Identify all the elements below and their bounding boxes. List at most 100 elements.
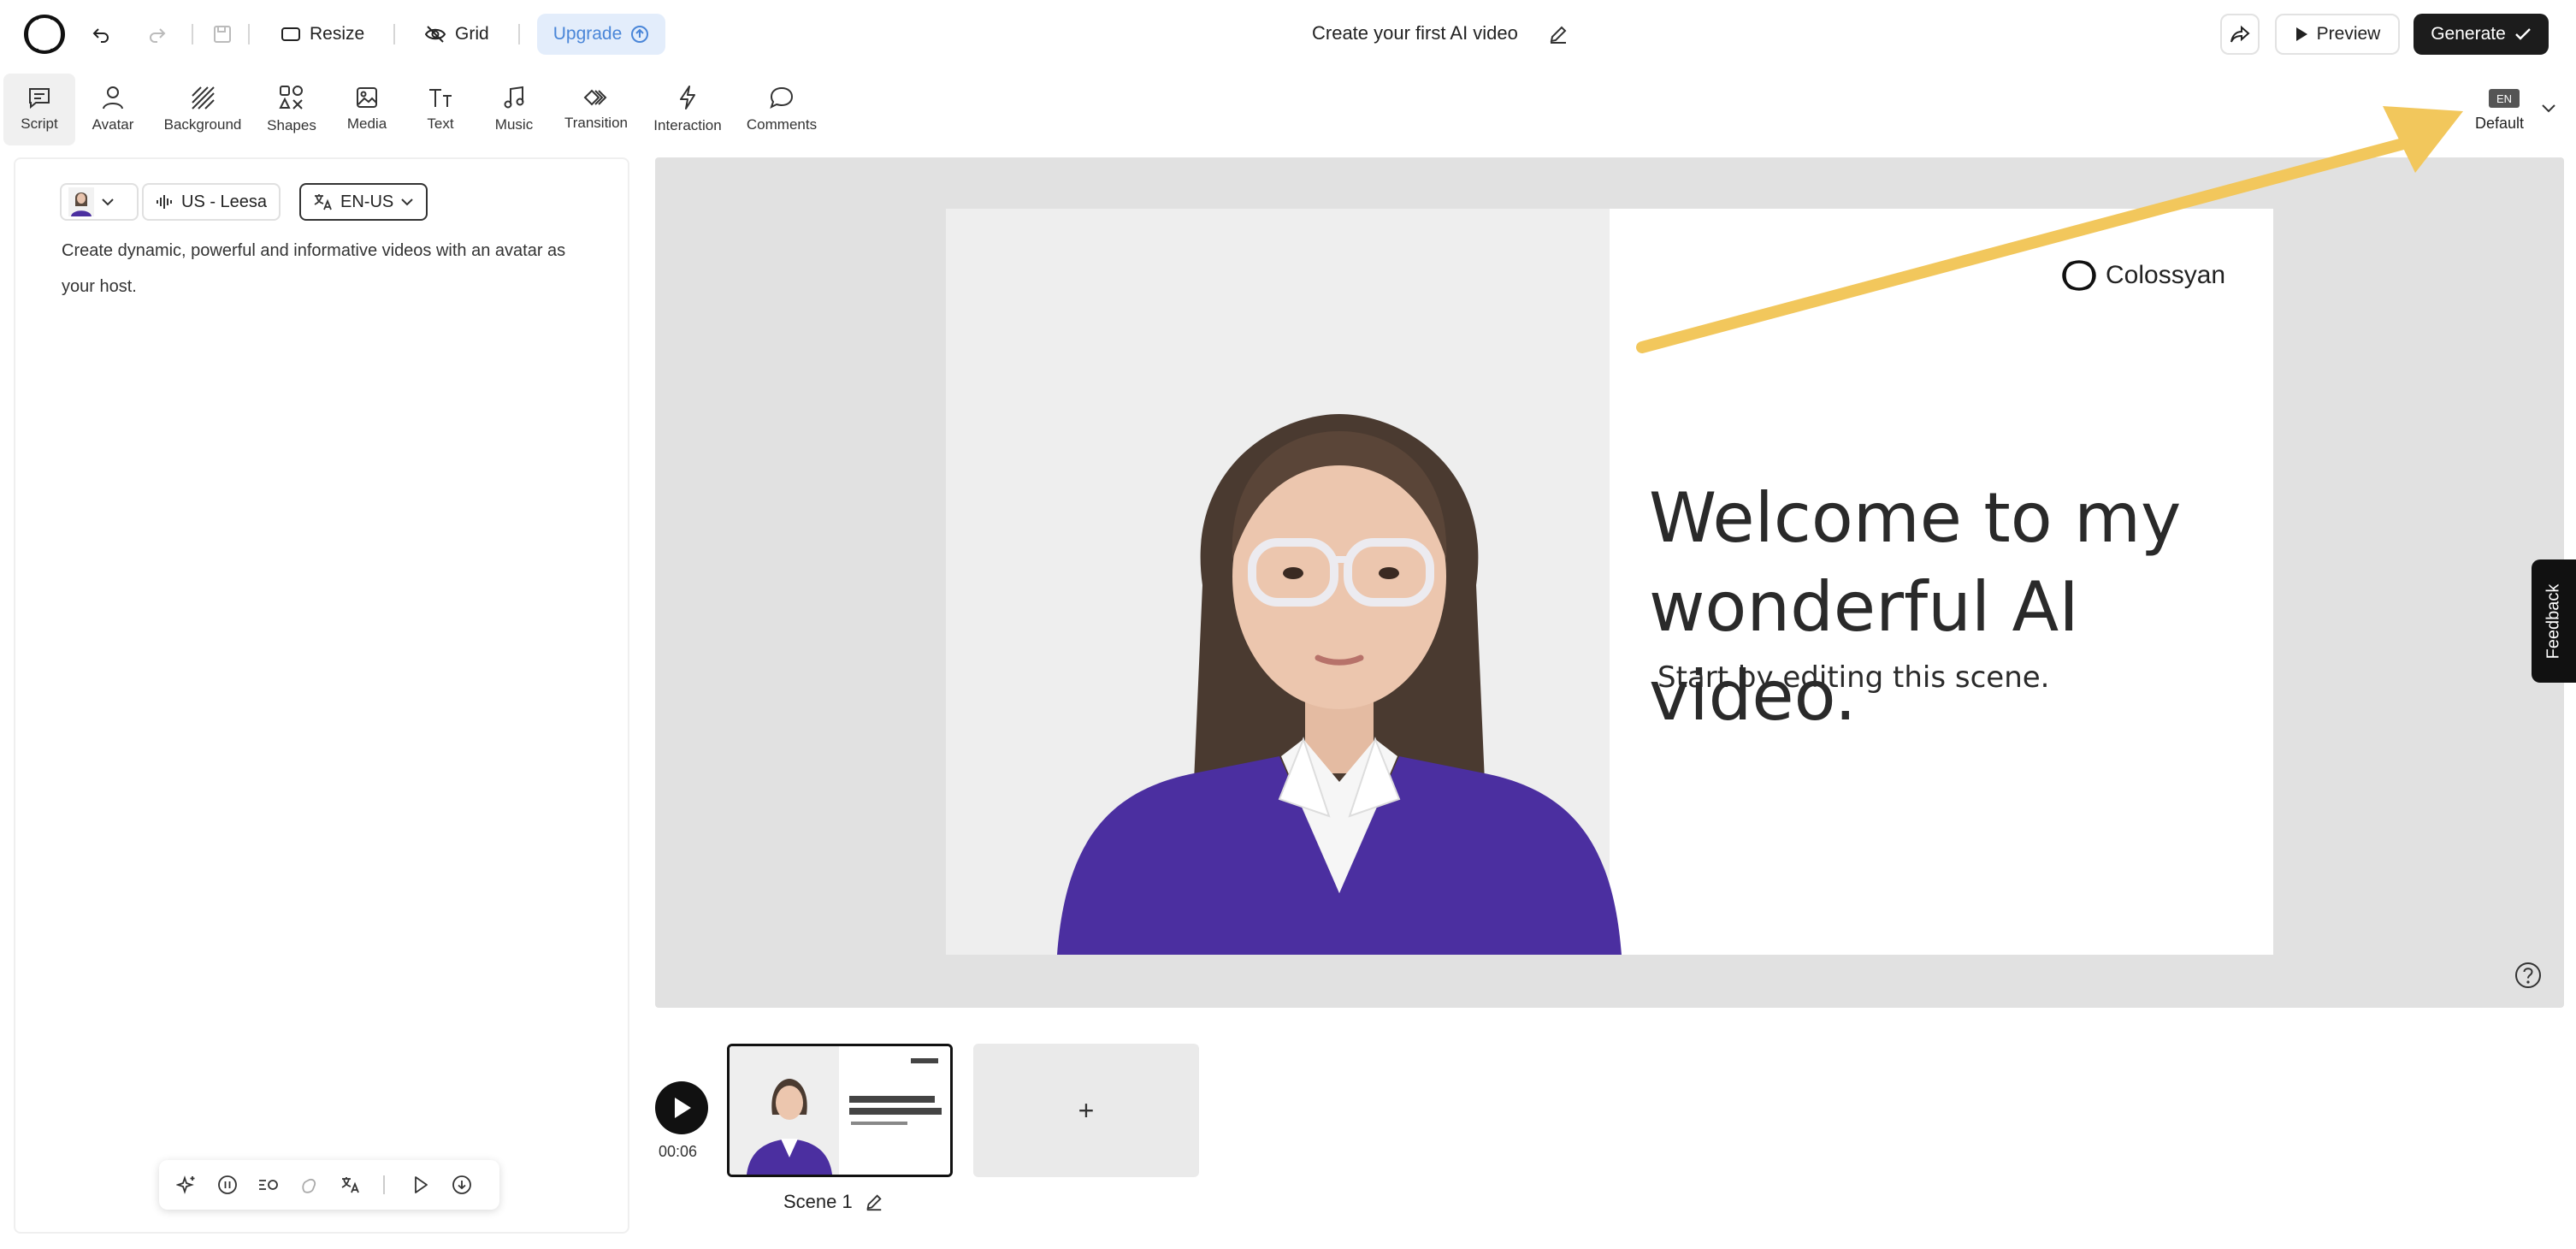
comment-square-icon <box>29 88 50 109</box>
tool-shapes[interactable]: Shapes <box>260 74 323 145</box>
upgrade-button[interactable]: Upgrade <box>537 14 665 55</box>
avatar-figure[interactable] <box>1057 414 1622 955</box>
tool-media[interactable]: Media <box>335 74 399 145</box>
add-scene-label: + <box>1078 1094 1095 1126</box>
grid-button[interactable]: Grid <box>424 14 489 55</box>
upgrade-label: Upgrade <box>552 24 623 44</box>
tool-background-label: Background <box>163 116 242 133</box>
music-icon <box>504 86 524 109</box>
person-icon <box>103 86 123 110</box>
tool-music[interactable]: Music <box>482 74 546 145</box>
undo-icon[interactable] <box>82 15 120 53</box>
tool-comments[interactable]: Comments <box>741 74 823 145</box>
edit-title-icon[interactable] <box>1539 15 1577 53</box>
language-label: Default <box>2475 115 2525 132</box>
scene-thumbnail[interactable] <box>727 1044 953 1177</box>
voice-label: US - Leesa <box>181 192 268 211</box>
feedback-tab[interactable]: Feedback <box>2532 559 2576 683</box>
tool-script-label: Script <box>21 115 58 132</box>
chevron-down-icon <box>102 198 114 206</box>
arrow-up-circle-icon <box>631 26 649 43</box>
avatar-thumbnail-icon <box>68 187 94 216</box>
tool-row: Script Avatar Background Shapes Media Te… <box>0 74 855 149</box>
slide-preview[interactable]: Colossyan Welcome to my wonderful AI vid… <box>946 209 2273 955</box>
feedback-label: Feedback <box>2544 583 2563 659</box>
tool-shapes-label: Shapes <box>267 117 316 133</box>
comment-bubble-icon <box>770 86 794 109</box>
project-title-text: Create your first AI video <box>1312 22 1518 44</box>
grid-label: Grid <box>455 24 489 44</box>
tool-comments-label: Comments <box>746 116 818 133</box>
lightning-icon <box>680 86 695 110</box>
play-outline-icon[interactable] <box>409 1173 433 1197</box>
pause-icon[interactable] <box>216 1173 239 1197</box>
background-icon <box>192 86 215 110</box>
marker-list-icon[interactable] <box>257 1173 281 1197</box>
sparkles-icon[interactable] <box>174 1173 198 1197</box>
transition-icon <box>583 89 607 106</box>
check-icon <box>2514 28 2531 40</box>
tool-text[interactable]: Text <box>411 74 470 145</box>
translate-icon[interactable] <box>339 1173 363 1197</box>
resize-label: Resize <box>310 24 365 44</box>
script-panel: US - Leesa EN-US Create dynamic, powerfu… <box>14 157 629 1234</box>
voice-selector[interactable]: US - Leesa <box>142 183 281 221</box>
generate-button[interactable]: Generate <box>2414 14 2549 55</box>
gesture-icon[interactable] <box>298 1173 322 1197</box>
toolbar-divider <box>383 1175 385 1194</box>
slide-heading[interactable]: Welcome to my wonderful AI video. <box>1649 474 2265 741</box>
preview-label: Preview <box>2316 24 2381 44</box>
colossyan-logo-icon[interactable] <box>22 14 67 55</box>
tool-avatar[interactable]: Avatar <box>79 74 147 145</box>
shapes-icon <box>279 86 303 110</box>
chevron-down-icon[interactable] <box>2540 103 2557 115</box>
redo-icon[interactable] <box>139 15 176 53</box>
scene-label-text: Scene 1 <box>783 1191 853 1212</box>
image-icon <box>357 87 377 108</box>
share-button[interactable] <box>2220 14 2260 55</box>
edit-scene-icon[interactable] <box>865 1193 883 1211</box>
scene-label: Scene 1 <box>783 1191 883 1213</box>
text-icon <box>429 89 452 107</box>
scene-thumbnail-preview <box>730 1046 950 1175</box>
project-title[interactable]: Create your first AI video <box>1312 22 1518 44</box>
script-text-editor[interactable]: Create dynamic, powerful and informative… <box>62 233 592 305</box>
tool-interaction[interactable]: Interaction <box>647 74 729 145</box>
tool-background[interactable]: Background <box>156 74 250 145</box>
script-toolbar <box>159 1160 499 1210</box>
download-circle-icon[interactable] <box>450 1173 474 1197</box>
chevron-down-icon <box>401 198 413 206</box>
add-scene-button[interactable]: + <box>973 1044 1199 1177</box>
tool-script[interactable]: Script <box>3 74 75 145</box>
play-icon <box>2295 27 2307 41</box>
translate-icon <box>314 194 332 210</box>
colossyan-logo-icon <box>2062 260 2096 291</box>
resize-icon <box>281 27 300 41</box>
avatar-selector[interactable] <box>60 183 139 221</box>
language-badge: EN <box>2489 89 2520 108</box>
editor-canvas[interactable]: Colossyan Welcome to my wonderful AI vid… <box>655 157 2564 1008</box>
play-button[interactable] <box>655 1081 708 1134</box>
slide-subheading[interactable]: Start by editing this scene. <box>1657 660 2050 695</box>
tool-transition[interactable]: Transition <box>558 74 635 145</box>
top-bar: Resize Grid Upgrade Create your first AI… <box>0 0 2576 68</box>
help-icon[interactable] <box>2513 960 2544 991</box>
eye-off-icon <box>424 26 446 43</box>
preview-button[interactable]: Preview <box>2275 14 2400 55</box>
locale-selector[interactable]: EN-US <box>299 183 428 221</box>
slide-logo-text: Colossyan <box>2106 261 2226 289</box>
slide-logo[interactable]: Colossyan <box>2061 260 2225 291</box>
generate-label: Generate <box>2431 24 2506 44</box>
tool-interaction-label: Interaction <box>653 117 722 133</box>
tool-transition-label: Transition <box>564 115 628 131</box>
share-arrow-icon <box>2230 25 2250 43</box>
tool-text-label: Text <box>427 115 454 132</box>
language-selector[interactable]: EN Default <box>2463 84 2545 139</box>
tool-music-label: Music <box>494 116 534 133</box>
sound-wave-icon <box>157 195 172 209</box>
playback-time: 00:06 <box>659 1143 698 1160</box>
save-icon[interactable] <box>204 15 241 53</box>
resize-button[interactable]: Resize <box>281 14 364 55</box>
play-icon <box>675 1098 691 1118</box>
tool-media-label: Media <box>346 115 387 132</box>
